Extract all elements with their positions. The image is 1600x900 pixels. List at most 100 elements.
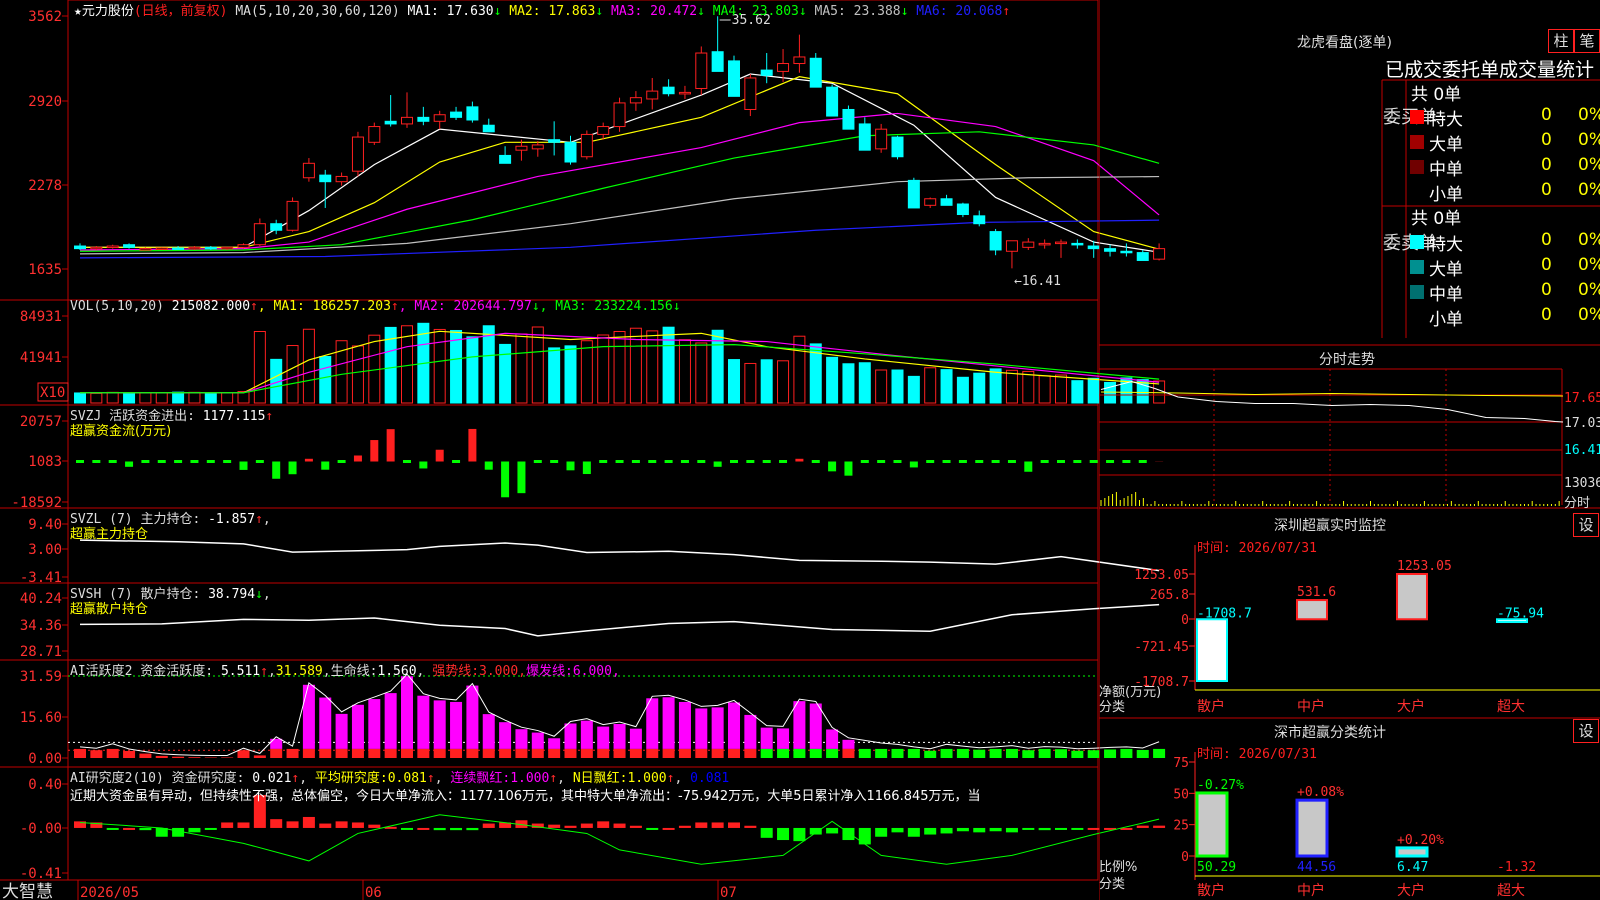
volume-bar	[515, 333, 528, 404]
ai1-bar-hot	[662, 697, 675, 749]
ai2-bar	[891, 827, 904, 833]
ai2-bar	[777, 827, 790, 841]
row-percent: 0%	[1578, 105, 1600, 125]
candle-body	[237, 244, 250, 248]
ai2-bar	[875, 827, 888, 837]
monitor-title: 深圳超赢实时监控	[1274, 518, 1386, 534]
ai1-bar-hot	[826, 729, 839, 749]
ai2-bar	[155, 827, 168, 837]
fenshi-low: 16.41	[1564, 443, 1600, 458]
date-label: 2026/05	[80, 885, 139, 900]
volume-bar	[858, 362, 871, 404]
candle-body	[793, 56, 806, 65]
candle-body	[891, 136, 904, 158]
svzj-dot	[141, 459, 150, 463]
volume-bar	[90, 392, 103, 404]
svzj-bar	[321, 461, 330, 470]
svzj-bar	[288, 461, 297, 475]
vol-ma-value-1: , MA1: 186257.203	[257, 299, 391, 314]
svzl-subtitle: 超赢主力持仓	[70, 527, 149, 542]
volume-bar	[172, 391, 185, 404]
monitor-bar-label: -75.94	[1497, 606, 1544, 621]
ai1-end: ,	[611, 664, 620, 679]
candle-body	[74, 245, 86, 250]
ai1-bar-hot	[678, 701, 691, 749]
candle-body	[417, 116, 430, 122]
classify-settings-button[interactable]: 设	[1573, 719, 1599, 743]
classify-value-label: 6.47	[1397, 860, 1428, 875]
ai2-bar	[629, 825, 642, 828]
svzj-dot	[1007, 459, 1016, 463]
row-swatch	[1410, 160, 1424, 174]
ai1-bar-hot	[384, 693, 397, 749]
candle-body	[335, 175, 348, 183]
monitor-settings-button[interactable]: 设	[1573, 513, 1599, 537]
ai1-bar-base	[139, 753, 152, 758]
ai1-bar-base	[793, 748, 806, 758]
svzj-dot	[223, 459, 232, 463]
candle-body	[777, 63, 790, 72]
ai2-bar	[417, 827, 430, 830]
candle-body	[597, 126, 610, 135]
volume-bar	[956, 376, 969, 404]
ai2-bar	[940, 827, 953, 834]
svzj-bar	[468, 428, 477, 462]
price-axis-label: 3562	[28, 9, 62, 25]
svzj-dot	[958, 459, 967, 463]
ma-value-2: MA2: 17.863	[501, 4, 596, 19]
svzj-axis-label: -18592	[11, 495, 62, 511]
ai1-bar-hot	[809, 703, 822, 749]
row-percent: 0%	[1578, 255, 1600, 275]
ai2-bar	[613, 823, 626, 828]
svzj-dot	[1057, 459, 1065, 463]
ai1-bar-hot	[351, 704, 364, 749]
classify-value-label: 44.56	[1297, 860, 1336, 875]
svsh-axis-label: 40.24	[20, 591, 62, 607]
ai2-bar	[401, 827, 413, 830]
tick-view-button[interactable]: 笔	[1574, 29, 1600, 53]
ai1-bar-base	[417, 748, 430, 758]
volume-bar	[613, 330, 626, 404]
volume-bar	[204, 392, 217, 404]
vol-header: VOL(5,10,20) 215082.000↑, MA1: 186257.20…	[70, 299, 681, 314]
candle-body	[711, 51, 724, 72]
ai2-bar	[1055, 827, 1067, 830]
ai1-bar-base	[155, 755, 168, 758]
ai1-bar-base	[286, 748, 299, 758]
ai2-bar	[711, 822, 724, 828]
svzj-bar	[517, 461, 526, 494]
ai2-avg: 0.081	[387, 771, 427, 786]
ai2-title: AI研究度2(10) 资金研究度:	[70, 771, 245, 786]
ai2-bar	[956, 827, 969, 832]
vol-ma-arrow-2: ↓	[531, 299, 540, 314]
svzj-dot	[403, 459, 411, 463]
ai1-bar-base	[760, 748, 773, 758]
classify-change-label: +0.20%	[1397, 833, 1444, 848]
volume-bar	[924, 367, 937, 404]
volume-bar	[1087, 377, 1100, 404]
svzj-bar	[566, 461, 575, 471]
ai2-bar	[793, 827, 806, 842]
svzl-arrow: ↑	[255, 512, 263, 527]
ai2-bar	[989, 827, 1002, 832]
row-percent: 0%	[1578, 180, 1600, 200]
volume-bar	[793, 335, 806, 404]
monitor-axis-label: 265.8	[1150, 588, 1189, 603]
ai1-bar-base	[74, 748, 86, 758]
ai1-bar-base	[973, 749, 986, 758]
svzj-dot	[680, 459, 689, 463]
volume-bar	[662, 326, 675, 404]
classify-category: 超大	[1497, 883, 1525, 899]
svzj-dot	[730, 459, 738, 463]
ai2-bar	[973, 827, 986, 833]
classify-time: 时间: 2026/07/31	[1197, 747, 1317, 762]
svzj-bar	[909, 461, 918, 468]
candle-body	[842, 108, 855, 130]
column-view-button[interactable]: 柱	[1548, 29, 1574, 53]
vol-title: VOL(5,10,20)	[70, 299, 164, 314]
ai2-bar	[1038, 827, 1051, 831]
stock-name[interactable]: ★元力股份	[74, 4, 134, 19]
fenshi-price-line	[1100, 380, 1564, 423]
svzj-dot	[648, 459, 657, 463]
candle-body	[809, 57, 822, 88]
